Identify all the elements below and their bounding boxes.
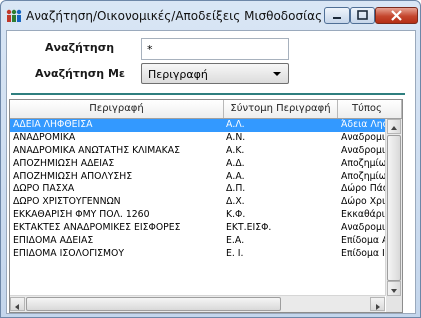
scroll-left-button[interactable] [10, 297, 25, 311]
cell-description: ΕΚΤΑΚΤΕΣ ΑΝΑΔΡΟΜΙΚΕΣ ΕΙΣΦΟΡΕΣ [13, 222, 181, 234]
grid-header: Περιγραφή Σύντομη Περιγραφή Τύπος [10, 100, 402, 119]
table-row[interactable]: ΕΚΚΑΘΑΡΙΣΗ ΦΜΥ ΠΟΛ. 1260 Κ.Φ. Εκκαθάριση [10, 209, 393, 222]
scroll-up-button[interactable] [387, 119, 401, 134]
table-row[interactable]: ΑΝΑΔΡΟΜΙΚΑ ΑΝΩΤΑΤΗΣ ΚΛΙΜΑΚΑΣ Α.Κ. Αναδρομι… [10, 145, 393, 158]
table-row[interactable]: ΕΠΙΔΟΜΑ ΑΔΕΙΑΣ Ε.Α. Επίδομα Αδ [10, 235, 393, 248]
search-by-value: Περιγραφή [148, 68, 208, 81]
cell-short-description: Α.Κ. [226, 144, 245, 156]
vertical-scrollbar[interactable] [385, 119, 402, 296]
cell-description: ΕΠΙΔΟΜΑ ΙΣΟΛΟΓΙΣΜΟΥ [13, 247, 125, 259]
table-row[interactable]: ΕΠΙΔΟΜΑ ΙΣΟΛΟΓΙΣΜΟΥ Ε. Ι. Επίδομα Ισο [10, 248, 393, 261]
vertical-scroll-thumb[interactable] [387, 135, 401, 281]
cell-description: ΑΔΕΙΑ ΛΗΦΘΕΙΣΑ [13, 119, 93, 130]
search-input[interactable]: * [141, 38, 289, 60]
chevron-down-icon[interactable] [273, 72, 281, 76]
cell-short-description: Α.Ν. [226, 131, 246, 143]
table-row[interactable]: ΔΩΡΟ ΠΑΣΧΑ Δ.Π. Δώρο Πάσχ [10, 183, 393, 196]
cell-short-description: Ε.Α. [226, 235, 245, 247]
cell-short-description: Δ.Π. [226, 183, 246, 195]
separator-line [11, 93, 405, 95]
cell-short-description: Α.Α. [226, 170, 245, 182]
scroll-right-button[interactable] [370, 297, 385, 311]
cell-short-description: ΕΚΤ.ΕΙΣΦ. [226, 222, 272, 234]
cell-short-description: Α.Λ. [226, 119, 245, 130]
table-row[interactable]: ΑΠΟΖΗΜΙΩΣΗ ΑΔΕΙΑΣ Α.Δ. Αποζημίωσ [10, 158, 393, 171]
arrow-right-icon [376, 304, 380, 310]
table-row[interactable]: ΑΠΟΖΗΜΙΩΣΗ ΑΠΟΛΥΣΗΣ Α.Α. Αποζημίωσ [10, 171, 393, 184]
search-by-select[interactable]: Περιγραφή [141, 63, 289, 84]
column-header-description[interactable]: Περιγραφή [10, 100, 224, 118]
maximize-button[interactable] [350, 7, 375, 24]
arrow-left-icon [15, 304, 19, 310]
horizontal-scroll-thumb[interactable] [26, 297, 281, 311]
people-group-icon [6, 9, 22, 22]
main-window: Αναζήτηση/Οικονομικές/Αποδείξεις Μισθοδο… [0, 0, 421, 318]
minimize-icon [333, 17, 341, 19]
scrollbar-corner [386, 296, 402, 312]
close-button[interactable] [375, 7, 418, 24]
cell-short-description: Α.Δ. [226, 157, 245, 169]
results-grid[interactable]: Περιγραφή Σύντομη Περιγραφή Τύπος ΑΔΕΙΑ … [9, 99, 403, 313]
horizontal-scrollbar[interactable] [10, 295, 385, 312]
table-row[interactable]: ΔΩΡΟ ΧΡΙΣΤΟΥΓΕΝΝΩΝ Δ.Χ. Δώρο Χριστ [10, 196, 393, 209]
table-row[interactable]: ΑΝΑΔΡΟΜΙΚΑ Α.Ν. Αναδρομικό [10, 132, 393, 145]
search-label: Αναζήτηση [45, 41, 115, 54]
cell-description: ΑΠΟΖΗΜΙΩΣΗ ΑΠΟΛΥΣΗΣ [13, 170, 133, 182]
cell-description: ΕΠΙΔΟΜΑ ΑΔΕΙΑΣ [13, 235, 94, 247]
cell-description: ΔΩΡΟ ΧΡΙΣΤΟΥΓΕΝΝΩΝ [13, 196, 121, 208]
cell-description: ΑΠΟΖΗΜΙΩΣΗ ΑΔΕΙΑΣ [13, 157, 115, 169]
client-area: Αναζήτηση * Αναζήτηση Με Περιγραφή Περιγ… [6, 30, 416, 314]
close-icon [391, 10, 402, 21]
cell-description: ΔΩΡΟ ΠΑΣΧΑ [13, 183, 75, 195]
column-header-type[interactable]: Τύπος [338, 100, 402, 118]
minimize-button[interactable] [324, 7, 350, 24]
maximize-icon [357, 10, 368, 20]
cell-short-description: Δ.Χ. [226, 196, 245, 208]
arrow-up-icon [391, 126, 397, 130]
cell-description: ΑΝΑΔΡΟΜΙΚΑ ΑΝΩΤΑΤΗΣ ΚΛΙΜΑΚΑΣ [13, 144, 180, 156]
cell-short-description: Ε. Ι. [226, 247, 244, 259]
cell-description: ΕΚΚΑΘΑΡΙΣΗ ΦΜΥ ΠΟΛ. 1260 [13, 209, 150, 221]
grid-rows: ΑΔΕΙΑ ΛΗΦΘΕΙΣΑ Α.Λ. Άδεια Ληφθ ΑΝΑΔΡΟΜΙΚΑ Α.… [10, 119, 393, 261]
window-title: Αναζήτηση/Οικονομικές/Αποδείξεις Μισθοδο… [26, 9, 323, 23]
table-row[interactable]: ΕΚΤΑΚΤΕΣ ΑΝΑΔΡΟΜΙΚΕΣ ΕΙΣΦΟΡΕΣ ΕΚΤ.ΕΙΣΦ. Αν… [10, 222, 393, 235]
search-by-label: Αναζήτηση Με [35, 67, 126, 80]
cell-description: ΑΝΑΔΡΟΜΙΚΑ [13, 131, 76, 143]
column-header-short-description[interactable]: Σύντομη Περιγραφή [224, 100, 338, 118]
title-bar[interactable]: Αναζήτηση/Οικονομικές/Αποδείξεις Μισθοδο… [1, 1, 420, 31]
table-row[interactable]: ΑΔΕΙΑ ΛΗΦΘΕΙΣΑ Α.Λ. Άδεια Ληφθ [10, 119, 393, 132]
cell-short-description: Κ.Φ. [226, 209, 246, 221]
scroll-down-button[interactable] [387, 281, 401, 296]
